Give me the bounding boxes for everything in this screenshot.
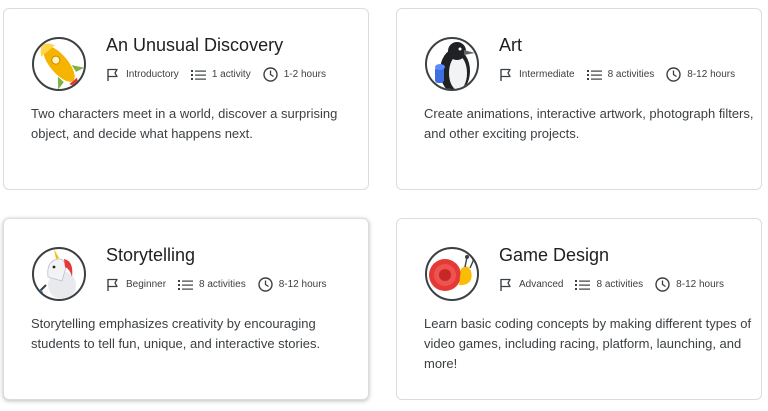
activities-info: 8 activities bbox=[586, 69, 655, 81]
clock-icon bbox=[263, 67, 278, 82]
list-icon bbox=[586, 69, 602, 80]
card-title: An Unusual Discovery bbox=[106, 35, 284, 55]
card-meta: Intermediate 8 activities 8-12 hours bbox=[499, 67, 747, 82]
level-label: Advanced bbox=[519, 279, 564, 290]
card-title: Storytelling bbox=[106, 245, 196, 265]
card-description: Create animations, interactive artwork, … bbox=[424, 106, 754, 141]
level-label: Beginner bbox=[126, 279, 167, 290]
activities-label: 1 activity bbox=[211, 69, 251, 80]
rocket-icon bbox=[32, 37, 86, 91]
unicorn-icon bbox=[32, 247, 86, 301]
list-icon bbox=[190, 69, 206, 80]
card-title: Art bbox=[499, 35, 523, 55]
card-description: Two characters meet in a world, discover… bbox=[31, 106, 338, 141]
level-info: Introductory bbox=[106, 68, 179, 82]
flag-icon bbox=[107, 68, 118, 81]
flag-icon bbox=[107, 278, 118, 291]
duration-info: 8-12 hours bbox=[666, 67, 735, 82]
level-info: Intermediate bbox=[499, 68, 575, 82]
clock-icon bbox=[666, 67, 681, 82]
level-info: Advanced bbox=[499, 278, 563, 292]
card-meta: Introductory 1 activity 1-2 hours bbox=[106, 67, 338, 82]
activities-info: 1 activity bbox=[190, 69, 251, 81]
list-icon bbox=[178, 279, 194, 290]
snail-icon bbox=[425, 247, 479, 301]
card-description: Storytelling emphasizes creativity by en… bbox=[31, 316, 321, 351]
duration-label: 8-12 hours bbox=[278, 279, 327, 290]
card-meta: Advanced 8 activities 8-12 hours bbox=[499, 277, 736, 292]
activities-label: 8 activities bbox=[596, 279, 644, 290]
list-icon bbox=[575, 279, 591, 290]
course-card-storytelling[interactable]: Storytelling Beginner 8 activities 8-12 … bbox=[3, 218, 369, 400]
level-info: Beginner bbox=[106, 278, 166, 292]
flag-icon bbox=[500, 68, 511, 81]
duration-info: 8-12 hours bbox=[655, 277, 724, 292]
duration-info: 1-2 hours bbox=[263, 67, 326, 82]
activities-info: 8 activities bbox=[575, 279, 643, 291]
card-meta: Beginner 8 activities 8-12 hours bbox=[106, 277, 339, 292]
duration-info: 8-12 hours bbox=[258, 277, 327, 292]
activities-info: 8 activities bbox=[178, 279, 246, 291]
duration-label: 8-12 hours bbox=[687, 69, 736, 80]
activities-label: 8 activities bbox=[199, 279, 246, 290]
duration-label: 8-12 hours bbox=[676, 279, 724, 290]
clock-icon bbox=[258, 277, 273, 292]
activities-label: 8 activities bbox=[607, 69, 655, 80]
course-card-art[interactable]: Art Intermediate 8 activities 8-12 hours bbox=[396, 8, 762, 190]
penguin-icon bbox=[425, 37, 479, 91]
course-card-game-design[interactable]: Game Design Advanced 8 activities 8-12 h… bbox=[396, 218, 762, 400]
course-card-unusual-discovery[interactable]: An Unusual Discovery Introductory 1 acti… bbox=[3, 8, 369, 190]
duration-label: 1-2 hours bbox=[283, 69, 326, 80]
card-description: Learn basic coding concepts by making di… bbox=[424, 316, 752, 371]
level-label: Introductory bbox=[126, 69, 179, 80]
card-title: Game Design bbox=[499, 245, 610, 265]
level-label: Intermediate bbox=[519, 69, 575, 80]
clock-icon bbox=[655, 277, 670, 292]
flag-icon bbox=[500, 278, 511, 291]
